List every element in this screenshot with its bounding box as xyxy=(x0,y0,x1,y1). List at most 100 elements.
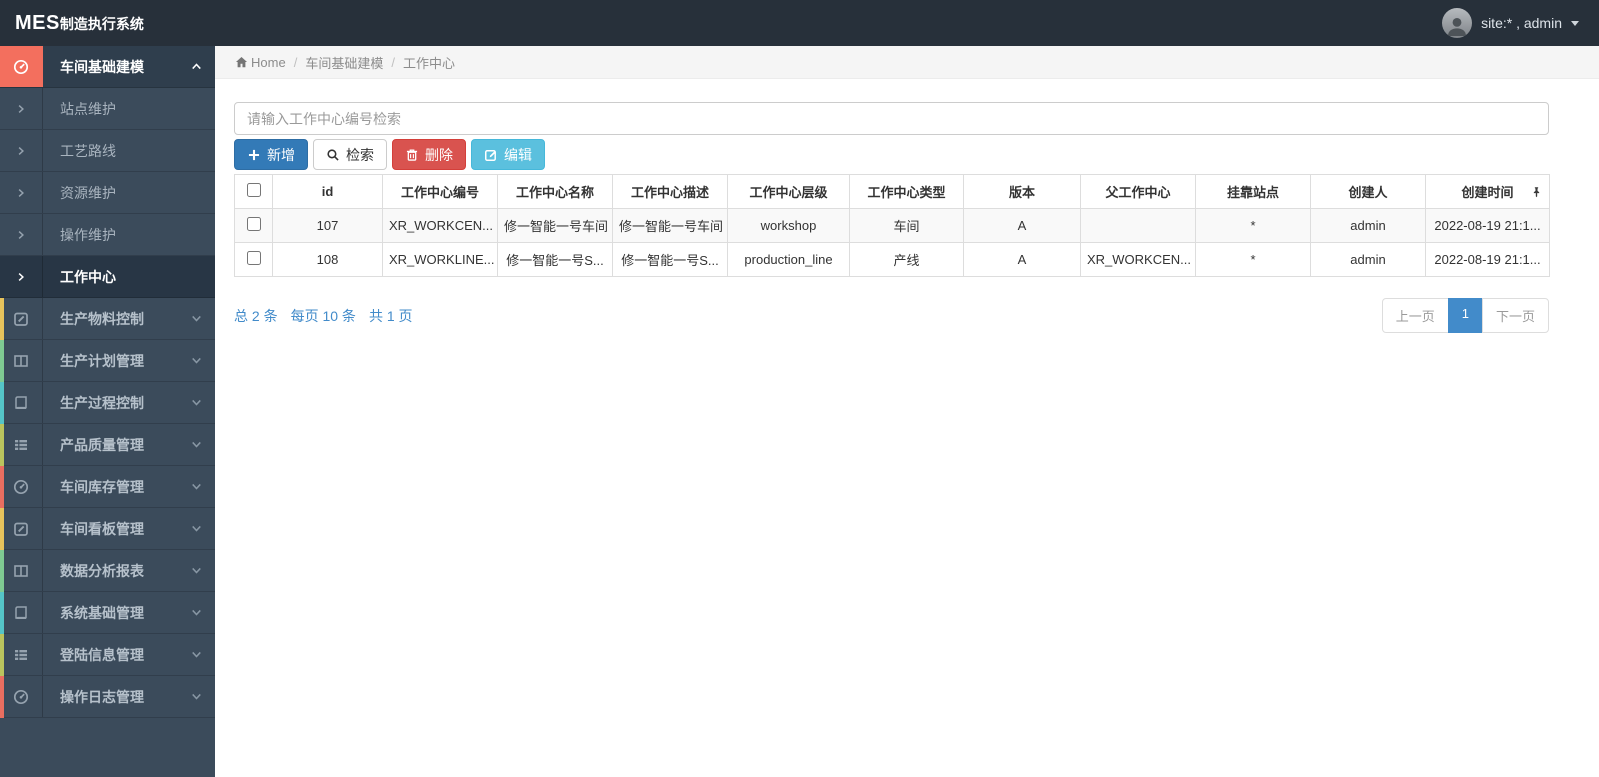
search-icon xyxy=(326,148,340,162)
breadcrumb-workshop-modeling[interactable]: 车间基础建模 xyxy=(305,53,383,72)
cell-created-time: 2022-08-19 21:1... xyxy=(1425,208,1550,243)
edit-button[interactable]: 编辑 xyxy=(471,139,545,170)
breadcrumb-home[interactable]: Home xyxy=(251,55,286,70)
dashboard-icon xyxy=(13,479,29,495)
cell-id: 108 xyxy=(272,242,383,277)
sidebar-group-label: 生产过程控制 xyxy=(60,394,144,411)
chevron-right-icon xyxy=(16,230,26,240)
sidebar-group-data-report[interactable]: 数据分析报表 xyxy=(0,550,215,592)
column-header-code: 工作中心编号 xyxy=(382,174,498,209)
column-header-description: 工作中心描述 xyxy=(612,174,728,209)
sidebar-group-workshop-modeling[interactable]: 车间基础建模 xyxy=(0,46,215,88)
book-icon xyxy=(13,395,29,411)
table-row[interactable]: 107 XR_WORKCEN... 修一智能一号车间 修一智能一号车间 work… xyxy=(234,208,1550,243)
cell-station: * xyxy=(1195,208,1311,243)
sidebar-item-process-route[interactable]: 工艺路线 xyxy=(0,130,215,172)
sidebar-group-label: 产品质量管理 xyxy=(60,436,144,453)
cell-name: 修一智能一号S... xyxy=(497,242,613,277)
edit-square-icon xyxy=(13,311,29,327)
add-button[interactable]: 新增 xyxy=(234,139,308,170)
plus-icon xyxy=(247,148,261,162)
sidebar-group-label: 系统基础管理 xyxy=(60,604,144,621)
per-page-selector[interactable]: 每页 10 条 xyxy=(291,306,356,326)
brand-acronym: MES xyxy=(15,11,60,34)
sidebar-group-process-control[interactable]: 生产过程控制 xyxy=(0,382,215,424)
edit-square-icon xyxy=(13,521,29,537)
sidebar-group-label: 车间看板管理 xyxy=(60,520,144,537)
chevron-down-icon xyxy=(191,397,202,408)
user-label: site:* , admin xyxy=(1481,15,1562,31)
group-accent-strip xyxy=(0,676,4,718)
chevron-right-icon xyxy=(16,188,26,198)
chevron-right-icon xyxy=(16,146,26,156)
chevron-down-icon xyxy=(191,313,202,324)
sidebar-group-kanban-management[interactable]: 车间看板管理 xyxy=(0,508,215,550)
cell-type: 车间 xyxy=(849,208,964,243)
cell-id: 107 xyxy=(272,208,383,243)
sidebar-item-label: 资源维护 xyxy=(60,184,116,201)
group-accent-strip xyxy=(0,634,4,676)
select-all-cell xyxy=(234,174,273,209)
sidebar-group-label: 生产计划管理 xyxy=(60,352,144,369)
chevron-down-icon xyxy=(191,565,202,576)
cell-description: 修一智能一号S... xyxy=(612,242,728,277)
search-button[interactable]: 检索 xyxy=(313,139,387,170)
sidebar-item-operation-maintenance[interactable]: 操作维护 xyxy=(0,214,215,256)
prev-page-button[interactable]: 上一页 xyxy=(1381,298,1449,333)
page-1-button[interactable]: 1 xyxy=(1447,298,1483,333)
sidebar-group-quality-management[interactable]: 产品质量管理 xyxy=(0,424,215,466)
sidebar-group-label: 数据分析报表 xyxy=(60,562,144,579)
next-page-button[interactable]: 下一页 xyxy=(1481,298,1549,333)
sidebar-group-label: 生产物料控制 xyxy=(60,310,144,327)
column-header-created-time: 创建时间 xyxy=(1425,174,1550,209)
cell-name: 修一智能一号车间 xyxy=(497,208,613,243)
avatar xyxy=(1442,8,1473,38)
sidebar-group-material-control[interactable]: 生产物料控制 xyxy=(0,298,215,340)
book-icon xyxy=(13,605,29,621)
cell-creator: admin xyxy=(1310,242,1426,277)
select-all-checkbox[interactable] xyxy=(246,183,261,197)
sidebar-group-login-info[interactable]: 登陆信息管理 xyxy=(0,634,215,676)
group-accent-strip xyxy=(0,550,4,592)
sidebar-group-label: 登陆信息管理 xyxy=(60,646,144,663)
chevron-right-icon xyxy=(16,104,26,114)
total-count: 总 2 条 xyxy=(234,307,278,324)
column-header-name: 工作中心名称 xyxy=(497,174,613,209)
column-header-type: 工作中心类型 xyxy=(849,174,964,209)
sidebar-item-label: 工艺路线 xyxy=(60,142,116,159)
sidebar-item-label: 操作维护 xyxy=(60,226,116,243)
column-header-version: 版本 xyxy=(963,174,1081,209)
sidebar-item-site-maintenance[interactable]: 站点维护 xyxy=(0,88,215,130)
chevron-down-icon xyxy=(191,607,202,618)
delete-button[interactable]: 删除 xyxy=(392,139,466,170)
column-header-station: 挂靠站点 xyxy=(1195,174,1311,209)
chevron-up-icon xyxy=(191,61,202,72)
table-row[interactable]: 108 XR_WORKLINE... 修一智能一号S... 修一智能一号S...… xyxy=(234,242,1550,277)
home-icon xyxy=(235,56,248,69)
sidebar: 车间基础建模 站点维护 工艺路线 资源维护 操作维护 工作中心 生产物料控制 生… xyxy=(0,46,215,777)
row-checkbox[interactable] xyxy=(246,217,261,231)
row-checkbox[interactable] xyxy=(246,251,261,265)
cell-version: A xyxy=(963,208,1081,243)
sidebar-group-system-management[interactable]: 系统基础管理 xyxy=(0,592,215,634)
edit-icon xyxy=(484,148,498,162)
cell-code: XR_WORKCEN... xyxy=(382,208,498,243)
column-header-level: 工作中心层级 xyxy=(727,174,850,209)
pin-icon[interactable] xyxy=(1531,185,1542,198)
page-buttons: 上一页 1 下一页 xyxy=(1381,298,1549,333)
sidebar-item-resource-maintenance[interactable]: 资源维护 xyxy=(0,172,215,214)
group-accent-strip xyxy=(0,382,4,424)
sidebar-group-inventory-management[interactable]: 车间库存管理 xyxy=(0,466,215,508)
list-icon xyxy=(13,647,29,663)
sidebar-group-plan-management[interactable]: 生产计划管理 xyxy=(0,340,215,382)
caret-down-icon xyxy=(1571,20,1579,26)
sidebar-item-work-center[interactable]: 工作中心 xyxy=(0,256,215,298)
work-center-search-input[interactable] xyxy=(234,102,1549,135)
breadcrumb-separator: / xyxy=(391,54,395,70)
user-menu[interactable]: site:* , admin xyxy=(1442,8,1579,38)
cell-parent: XR_WORKCEN... xyxy=(1080,242,1196,277)
top-navbar: MES 制造执行系统 site:* , admin xyxy=(0,0,1599,46)
cell-description: 修一智能一号车间 xyxy=(612,208,728,243)
sidebar-group-label: 车间基础建模 xyxy=(60,58,144,75)
sidebar-group-operation-log[interactable]: 操作日志管理 xyxy=(0,676,215,718)
